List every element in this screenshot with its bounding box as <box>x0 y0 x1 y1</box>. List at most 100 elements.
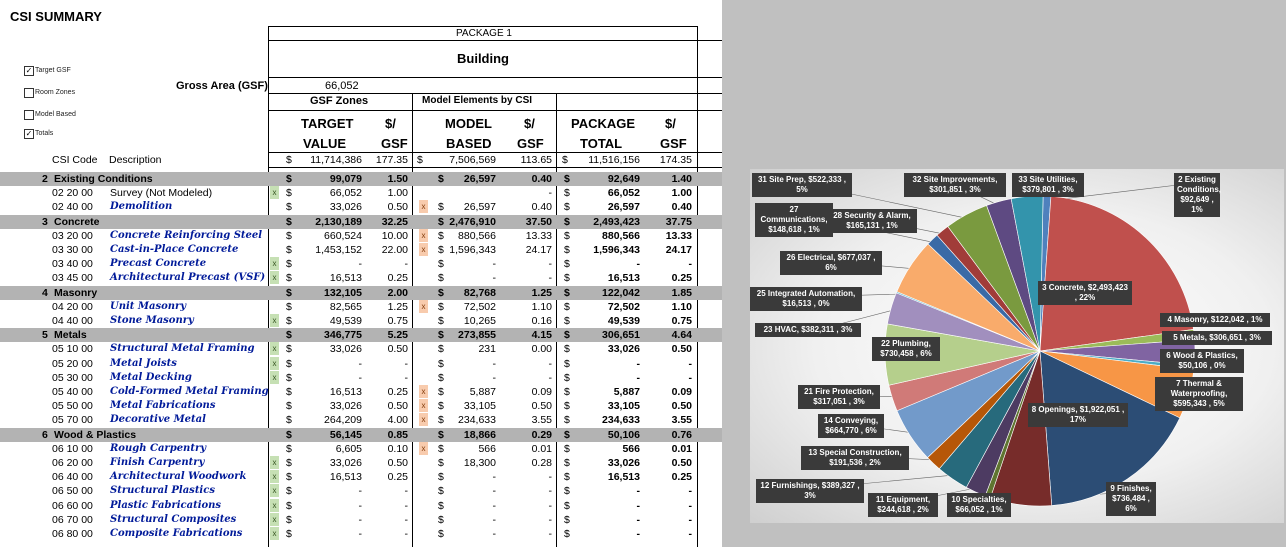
model-flag: x <box>419 413 428 427</box>
dollar-sign: $ <box>564 258 570 271</box>
target-value: 66,052 <box>329 187 362 200</box>
section-row[interactable]: 5 Metals $346,775 5.25 $273,855 4.15 $306,651 4… <box>0 328 722 343</box>
table-row[interactable]: 03 30 00 Cast-in-Place Concrete $1,453,152… <box>0 243 722 257</box>
section-row[interactable]: 4 Masonry $132,105 2.00 $82,768 1.25 $122,042 1… <box>0 285 722 300</box>
model-value: - <box>492 528 497 540</box>
table-row[interactable]: 03 20 00 Concrete Reinforcing Steel $660,5… <box>0 228 722 243</box>
table-row[interactable]: 05 20 00 Metal Joists $ - - $ - - $ - - x <box>0 356 722 371</box>
table-row[interactable]: 04 40 00 Stone Masonry $49,539 0.75 $10,265 0… <box>0 314 722 328</box>
table-row[interactable]: 05 50 00 Metal Fabrications $33,026 0.50 $33… <box>0 399 722 413</box>
table-row[interactable]: 06 10 00 Rough Carpentry $6,605 0.10 $566 0.0… <box>0 441 722 456</box>
cost-pie-chart[interactable]: 2 Existing Conditions, $92,649 , 1% 3 Con… <box>750 169 1284 523</box>
section-row[interactable]: 2 Existing Conditions $99,079 1.50 $26,597 0.… <box>0 172 722 187</box>
model-value: - <box>492 371 497 384</box>
target-gsf-checkbox[interactable]: ✓ <box>24 66 34 76</box>
csi-code: 05 10 00 <box>52 343 93 356</box>
totals-package-psf: 174.35 <box>659 154 692 166</box>
model-psf: - <box>548 258 553 271</box>
csi-code: 04 40 00 <box>52 315 93 327</box>
table-row[interactable]: 05 10 00 Structural Metal Framing $33,026 0… <box>0 342 722 356</box>
gross-area-value: 66,052 <box>325 80 359 92</box>
csi-code: 06 10 00 <box>52 442 93 455</box>
dollar-sign: $ <box>564 457 570 469</box>
package-value: 566 <box>622 442 640 455</box>
package-psf: 13.33 <box>665 229 692 242</box>
model-value: 18,300 <box>463 457 496 469</box>
table-row[interactable]: 02 20 00 Survey (Not Modeled) $66,052 1.00 -… <box>0 186 722 200</box>
table-row[interactable]: 04 20 00 Unit Masonry $82,565 1.25 $72,502 1.… <box>0 299 722 314</box>
target-psf: 2.00 <box>387 286 408 299</box>
package-header-2: TOTAL <box>580 136 623 151</box>
section-code: 5 <box>42 329 48 342</box>
pie-slice[interactable] <box>1039 196 1194 352</box>
table-row[interactable]: 03 45 00 Architectural Precast (VSF) $16,5… <box>0 271 722 285</box>
model-value: 26,597 <box>463 201 496 214</box>
model-flag: x <box>419 399 428 413</box>
package-value: 2,493,423 <box>593 215 640 228</box>
table-row[interactable]: 06 40 00 Architectural Woodwork $16,513 0.2… <box>0 470 722 484</box>
section-row[interactable]: 3 Concrete $2,130,189 32.25 $2,476,910 37.50 $… <box>0 214 722 229</box>
model-value: - <box>492 513 497 526</box>
description-header: Description <box>109 154 162 166</box>
package-psf: - <box>688 357 693 370</box>
dollar-sign: $ <box>564 428 570 441</box>
model-psf: 0.00 <box>531 343 552 356</box>
data-label: 14 Conveying, $664,770 , 6% <box>818 414 884 438</box>
package-header-1: PACKAGE <box>571 116 636 131</box>
totals-model: 7,506,569 <box>449 154 496 166</box>
package-value: 880,566 <box>602 229 640 242</box>
description: Composite Fabrications <box>110 528 243 539</box>
model-psf: 3.55 <box>531 414 552 427</box>
target-psf: 1.50 <box>387 173 408 185</box>
table-row[interactable]: 02 40 00 Demolition $33,026 0.50 $26,597 0.40… <box>0 200 722 214</box>
csi-code: 06 20 00 <box>52 457 93 469</box>
totals-dollar-1: $ <box>286 154 292 166</box>
model-psf: 0.40 <box>531 173 552 185</box>
target-header-1: TARGET <box>301 116 354 131</box>
target-value: 49,539 <box>329 315 362 327</box>
table-row[interactable]: 05 40 00 Cold-Formed Metal Framing $16,513… <box>0 385 722 399</box>
table-row[interactable]: 06 20 00 Finish Carpentry $33,026 0.50 $18,3… <box>0 456 722 470</box>
dollar-sign: $ <box>564 229 570 242</box>
package-psf: 0.25 <box>671 272 692 285</box>
table-row[interactable]: 03 40 00 Precast Concrete $ - - $ - - $ - - x <box>0 257 722 271</box>
target-psf: 0.50 <box>387 201 408 214</box>
data-label: 3 Concrete, $2,493,423 , 22% <box>1038 281 1132 305</box>
model-value: 1,596,343 <box>449 244 496 256</box>
model-psf: - <box>548 357 553 370</box>
model-flag: x <box>419 299 428 313</box>
model-psf: - <box>548 371 553 384</box>
target-psf: 0.50 <box>387 343 408 356</box>
gsf-flag: x <box>270 370 279 384</box>
table-row[interactable]: 05 30 00 Metal Decking $ - - $ - - $ - - x <box>0 370 722 385</box>
dollar-sign: $ <box>564 442 570 455</box>
package-value: 33,026 <box>607 343 640 356</box>
table-row[interactable]: 06 70 00 Structural Composites $ - - $ - - $ - - x <box>0 512 722 527</box>
section-row[interactable]: 6 Wood & Plastics $56,145 0.85 $18,866 0.29 $5… <box>0 427 722 442</box>
gsf-flag: x <box>270 498 279 512</box>
gsf-flag: x <box>270 342 279 356</box>
table-row[interactable]: 06 50 00 Structural Plastics $ - - $ - - $ - - x <box>0 484 722 498</box>
dollar-sign: $ <box>286 215 292 228</box>
target-psf-header-2: GSF <box>381 136 408 151</box>
table-row[interactable]: 05 70 00 Decorative Metal $264,209 4.00 $234… <box>0 413 722 427</box>
target-psf: - <box>404 258 409 271</box>
package-psf: 1.40 <box>671 173 692 185</box>
room-zones-checkbox[interactable] <box>24 88 34 98</box>
model-psf: - <box>548 272 553 285</box>
dollar-sign: $ <box>564 386 570 398</box>
gsf-flag: x <box>270 314 279 327</box>
section-code: 3 <box>42 215 48 228</box>
gsf-flag: x <box>270 484 279 498</box>
table-row[interactable]: 06 80 00 Composite Fabrications $ - - $ - - $ - - x <box>0 527 722 541</box>
csi-code: 05 30 00 <box>52 371 93 384</box>
model-value: 33,105 <box>463 400 496 413</box>
dollar-sign: $ <box>286 244 292 256</box>
model-value: 82,768 <box>463 286 496 299</box>
totals-checkbox[interactable]: ✓ <box>24 129 34 139</box>
table-row[interactable]: 06 60 00 Plastic Fabrications $ - - $ - - $ - - x <box>0 498 722 513</box>
dollar-sign: $ <box>564 187 570 200</box>
data-label: 8 Openings, $1,922,051 , 17% <box>1028 403 1128 427</box>
package-psf: 0.50 <box>671 343 692 356</box>
model-based-checkbox[interactable] <box>24 110 34 120</box>
